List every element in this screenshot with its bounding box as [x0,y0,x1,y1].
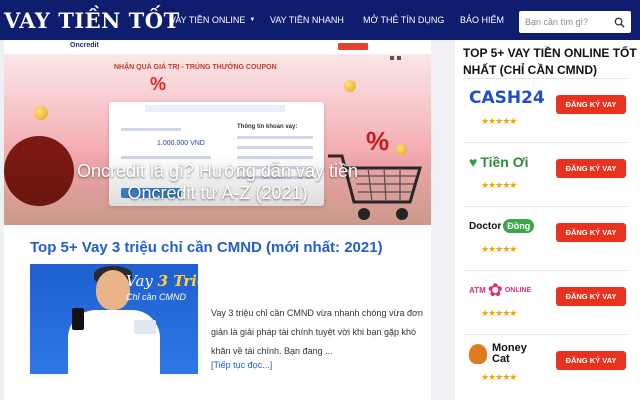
nav-item-vay-tien-nhanh[interactable]: VAY TIỀN NHANH [270,0,344,40]
nav-item-label: BẢO HIỂM [460,15,505,25]
rating-stars: ★★★★★ [481,308,517,318]
flower-icon: ✿ [487,279,503,300]
slider-track [121,128,181,131]
lender-logo[interactable]: ATM ✿ ONLINE [469,277,541,303]
register-loan-button[interactable]: ĐĂNG KÝ VAY [556,351,626,370]
rating-stars: ★★★★★ [481,244,517,254]
hero-image-button [338,43,368,50]
lender-logo-text: Cat [492,353,510,365]
rating-stars: ★★★★★ [481,116,517,126]
thumb-subline: Chỉ cần CMND [126,292,187,302]
lender-logo-text: ATM [469,285,486,295]
thumb-highlight: 3 Triệu [157,272,198,290]
register-strip [145,105,285,112]
sidebar: TOP 5+ VAY TIỀN ONLINE TỐT NHẤT (CHỈ CẦN… [455,40,640,400]
lender-card-tien-oi: ♥ Tiền Ơi ★★★★★ ĐĂNG KÝ VAY [463,142,628,199]
thumb-headline: Vay 3 Triệu [126,272,198,290]
heart-icon: ♥ [469,154,478,170]
register-loan-button[interactable]: ĐĂNG KÝ VAY [556,223,626,242]
register-loan-button[interactable]: ĐĂNG KÝ VAY [556,287,626,306]
featured-post-slider[interactable]: Oncredit NHẬN QUÀ GIÁ TRỊ - TRÚNG THƯỞNG… [4,40,431,225]
info-row [237,136,313,139]
nav-item-vay-tien-online[interactable]: VAY TIỀN ONLINE ▼ [170,0,255,40]
lender-card-atm-online: ATM ✿ ONLINE ★★★★★ ĐĂNG KÝ VAY [463,270,628,327]
rating-stars: ★★★★★ [481,372,517,382]
lender-logo[interactable]: CASH24 [469,85,545,111]
lender-logo[interactable]: Money Cat [469,341,541,367]
featured-title-line: Oncredit là gì? Hướng dẫn vay tiền [76,161,358,181]
hero-brand-logo: Oncredit [70,42,99,49]
coin-icon [344,80,356,92]
thumb-text: Vay [126,272,158,290]
lender-logo-text: ONLINE [504,286,532,294]
lender-logo-text-group: Money Cat [492,343,527,365]
nav-item-bao-hiem[interactable]: BẢO HIỂM [460,0,504,40]
top-navbar: VAY TIỀN TỐT VAY TIỀN ONLINE ▼ VAY TIỀN … [0,0,640,40]
loan-info-heading: Thông tin khoản vay: [237,124,298,130]
search-icon[interactable] [614,17,625,28]
sidebar-title: TOP 5+ VAY TIỀN ONLINE TỐT NHẤT (CHỈ CẦN… [463,46,637,77]
hero-image-site-header: Oncredit [4,40,431,54]
person-head [96,270,130,310]
search-input[interactable]: Bạn cần tìm gì? [519,11,631,33]
register-loan-button[interactable]: ĐĂNG KÝ VAY [556,95,626,114]
featured-title-line: Oncredit từ A-Z (2021) [127,183,308,203]
read-more-link[interactable]: [Tiếp tục đọc...] [211,360,272,370]
loan-amount-value: 1.000.000 VND [157,140,205,147]
hero-banner-text: NHẬN QUÀ GIÁ TRỊ - TRÚNG THƯỞNG COUPON [114,64,277,71]
lender-logo-badge: Đồng [503,219,535,233]
lender-logo-text: Doctor [469,220,502,232]
site-logo[interactable]: VAY TIỀN TỐT [4,8,180,33]
nav-item-label: VAY TIỀN NHANH [270,15,344,25]
cat-icon [469,344,487,364]
rating-stars: ★★★★★ [481,180,517,190]
coin-icon [34,106,48,120]
credit-card-icon [134,320,156,334]
register-loan-button[interactable]: ĐĂNG KÝ VAY [556,159,626,178]
lender-card-doctor-dong: Doctor Đồng ★★★★★ ĐĂNG KÝ VAY [463,206,628,263]
featured-post-title[interactable]: Oncredit là gì? Hướng dẫn vay tiền Oncre… [4,160,431,204]
slider-dot[interactable] [397,56,401,60]
percent-icon: % [150,74,167,94]
post-thumbnail[interactable]: Vay 3 Triệu Chỉ cần CMND [30,264,198,374]
nav-item-mo-the-tin-dung[interactable]: MỞ THẺ TÍN DỤNG [363,0,444,40]
lender-logo-text: Tiền Ơi [480,154,529,170]
phone-icon [72,308,84,330]
slider-pagination[interactable] [390,56,401,60]
slider-dot[interactable] [390,56,394,60]
main-content: Oncredit NHẬN QUÀ GIÁ TRỊ - TRÚNG THƯỞNG… [4,40,431,400]
post-excerpt: Vay 3 triệu chỉ cần CMND vừa nhanh chóng… [211,308,423,356]
lender-card-cash24: CASH24 ★★★★★ ĐĂNG KÝ VAY [463,78,628,135]
lender-card-money-cat: Money Cat ★★★★★ ĐĂNG KÝ VAY [463,334,628,391]
lender-logo[interactable]: Doctor Đồng [469,213,541,239]
lender-logo[interactable]: ♥ Tiền Ơi [469,149,541,175]
chevron-down-icon: ▼ [249,17,256,23]
nav-item-label: VAY TIỀN ONLINE [170,15,246,25]
search-placeholder: Bạn cần tìm gì? [525,17,589,27]
info-row [237,146,313,149]
post-title-link[interactable]: Top 5+ Vay 3 triệu chỉ cần CMND (mới nhấ… [30,239,383,256]
nav-item-label: MỞ THẺ TÍN DỤNG [363,15,445,25]
lender-logo-text: CASH24 [469,88,545,108]
